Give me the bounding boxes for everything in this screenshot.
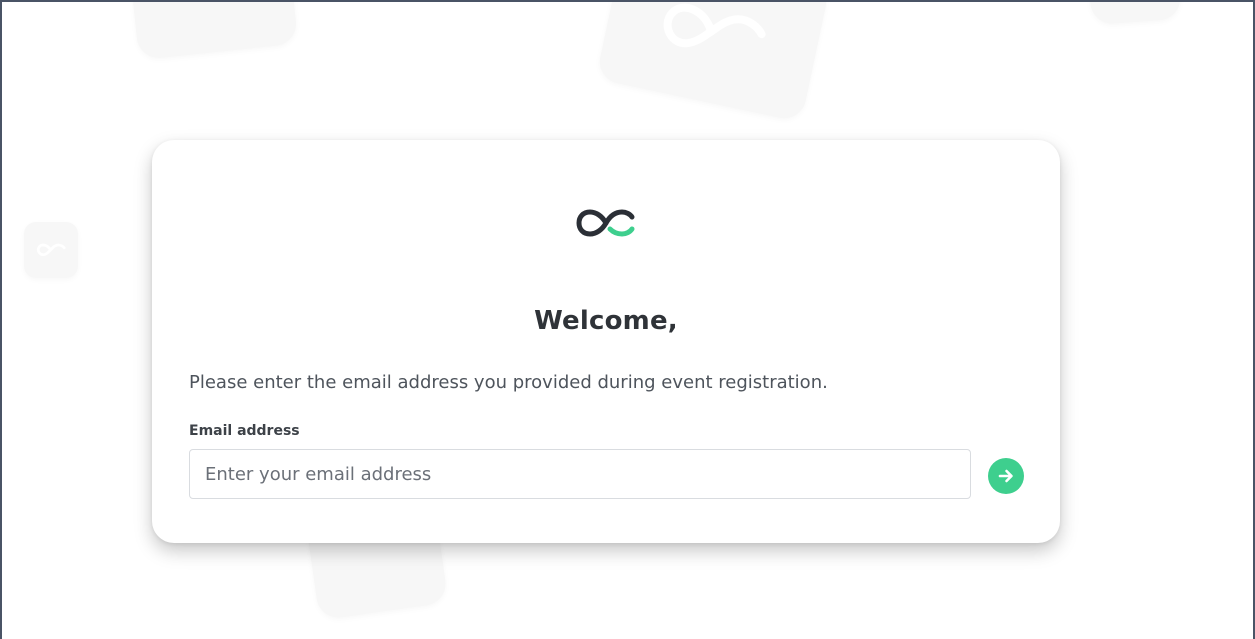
login-card: Welcome, Please enter the email address … bbox=[152, 140, 1060, 543]
brand-logo-tile-icon bbox=[663, 3, 766, 48]
email-label: Email address bbox=[189, 423, 300, 439]
page-background: Welcome, Please enter the email address … bbox=[0, 0, 1255, 639]
arrow-right-icon bbox=[998, 469, 1013, 483]
brand-logo-tile-icon bbox=[36, 243, 66, 257]
brand-logo-icon bbox=[576, 209, 635, 237]
background-tile bbox=[1088, 2, 1182, 26]
email-input[interactable] bbox=[189, 449, 971, 499]
background-tile bbox=[595, 2, 831, 123]
instruction-text: Please enter the email address you provi… bbox=[189, 372, 828, 393]
welcome-title: Welcome, bbox=[534, 306, 678, 336]
background-tile bbox=[129, 2, 299, 61]
background-tile bbox=[24, 222, 78, 278]
submit-button[interactable] bbox=[988, 458, 1024, 494]
